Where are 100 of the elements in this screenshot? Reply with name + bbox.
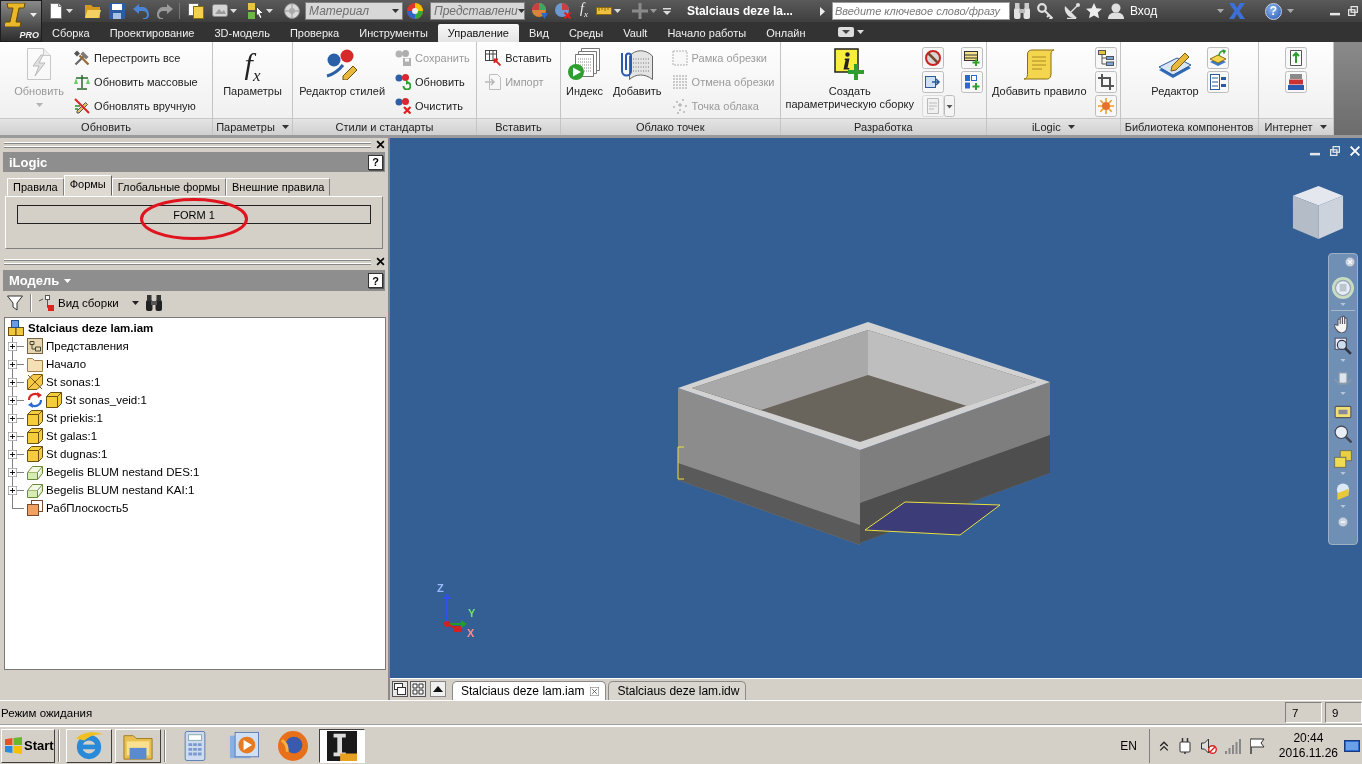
tree-item[interactable]: РабПлоскость5 — [46, 502, 129, 514]
sun-icon[interactable] — [1094, 95, 1117, 117]
document-tab[interactable]: Stalciaus deze lam.iam — [452, 681, 607, 700]
ribbon-button[interactable]: Добавить — [610, 46, 664, 118]
caret-icon[interactable] — [66, 9, 73, 13]
zoom-icon[interactable] — [1334, 337, 1352, 355]
ribbon-button[interactable]: Редактор — [1149, 46, 1201, 118]
tab-close-icon[interactable] — [590, 686, 600, 696]
sphere-icon[interactable] — [284, 3, 300, 19]
ribbon-tab[interactable]: Среды — [558, 24, 614, 42]
ribbon-tab[interactable]: Онлайн — [756, 24, 816, 42]
list-icon[interactable] — [1206, 71, 1229, 93]
caret-icon[interactable] — [281, 125, 289, 129]
ribbon-tab[interactable]: 3D-модель — [204, 24, 280, 42]
undo-icon[interactable] — [133, 3, 149, 19]
desktop-icon[interactable] — [1344, 737, 1360, 754]
help-button[interactable]: ? — [368, 154, 383, 170]
ribbon-tab[interactable]: Сборка — [42, 24, 100, 42]
stacked-squares-icon[interactable] — [1334, 450, 1352, 468]
tree-item[interactable]: St galas:1 — [46, 430, 98, 442]
tree-item[interactable]: St sonas_veid:1 — [65, 394, 147, 406]
language-indicator[interactable]: EN — [1120, 738, 1137, 753]
close-circle-icon[interactable] — [1345, 257, 1355, 267]
key-icon[interactable] — [1037, 3, 1053, 19]
crop-icon[interactable] — [1094, 71, 1117, 93]
expand-icon[interactable] — [8, 377, 17, 387]
tree-item[interactable]: Представления — [46, 340, 129, 352]
document-tab[interactable]: Stalciaus deze lam.idw — [608, 681, 747, 700]
books-icon[interactable] — [1284, 71, 1307, 93]
expand-icon[interactable] — [8, 359, 17, 369]
tree-icon[interactable] — [1094, 47, 1117, 69]
caret-icon[interactable] — [1217, 9, 1224, 13]
satellite-icon[interactable] — [1064, 3, 1080, 19]
expand-icon[interactable] — [8, 395, 17, 405]
caret-icon[interactable] — [1319, 125, 1327, 129]
no-entry-icon[interactable] — [922, 47, 944, 69]
tree-item[interactable]: St sonas:1 — [46, 376, 101, 388]
application-button[interactable]: PRO — [0, 0, 42, 42]
caret-icon[interactable] — [856, 30, 864, 34]
chevron-up-icon[interactable] — [1158, 740, 1169, 751]
start-button[interactable]: Start — [1, 728, 55, 763]
panel-tab[interactable]: Глобальные формы — [111, 178, 226, 196]
ribbon-tab[interactable]: Проектирование — [99, 24, 205, 42]
panel-tab[interactable]: Формы — [63, 175, 112, 196]
image-icon[interactable] — [212, 3, 228, 19]
expand-icon[interactable] — [8, 467, 17, 477]
triangle-right-icon[interactable] — [820, 6, 825, 16]
plug-icon[interactable] — [1176, 737, 1193, 754]
plus-icon[interactable] — [631, 3, 648, 19]
tile-icon[interactable] — [410, 681, 426, 697]
binoculars-icon[interactable] — [145, 295, 162, 311]
customize-icon[interactable] — [662, 7, 671, 15]
panel-toggle-icon[interactable] — [837, 24, 854, 40]
color-ball-cross-icon[interactable] — [555, 3, 571, 19]
color-wheel-icon[interactable] — [407, 3, 423, 19]
panel-tab[interactable]: Правила — [7, 178, 64, 196]
ribbon-button[interactable]: Индекс — [564, 46, 605, 118]
ribbon-button[interactable]: Создать параметрическую сборку — [783, 46, 916, 118]
ribbon-tab[interactable]: Управление — [437, 24, 519, 42]
search-field[interactable]: Введите ключевое слово/фразу — [832, 2, 1010, 20]
caret-icon[interactable] — [266, 9, 273, 13]
tree-item[interactable]: St dugnas:1 — [46, 448, 108, 460]
expand-icon[interactable] — [8, 485, 17, 495]
sign-in-button[interactable]: Вход — [1108, 3, 1160, 19]
tree-item[interactable]: Begelis BLUM nestand DES:1 — [46, 466, 200, 478]
caret-icon[interactable] — [230, 9, 237, 13]
ribbon-button[interactable]: Обновить массовые — [72, 70, 200, 94]
save-icon[interactable] — [109, 3, 125, 19]
tree-item[interactable]: Stalciaus deze lam.iam — [28, 322, 154, 334]
ribbon-button[interactable]: Перестроить все — [72, 46, 200, 70]
ribbon-button[interactable]: Обновлять вручную — [72, 94, 200, 118]
ribbon-tab[interactable]: Проверка — [279, 24, 350, 42]
taskbar-button[interactable] — [319, 728, 365, 763]
table-plus-icon[interactable] — [961, 47, 983, 69]
expand-icon[interactable] — [8, 413, 17, 423]
close-icon[interactable] — [376, 139, 385, 149]
star-icon[interactable] — [1086, 3, 1102, 19]
ribbon-tab[interactable]: Вид — [518, 24, 559, 42]
view-dropdown[interactable]: Вид сборки — [39, 295, 139, 311]
ribbon-button[interactable]: Добавить правило — [990, 46, 1089, 118]
help-button[interactable]: ? — [368, 273, 383, 288]
view-cube[interactable] — [1290, 183, 1345, 240]
cascade-icon[interactable] — [392, 681, 408, 697]
ring-icon[interactable] — [1332, 277, 1354, 299]
expand-icon[interactable] — [8, 341, 17, 351]
tree-item[interactable]: Начало — [46, 358, 87, 370]
minus-circle-icon[interactable] — [1338, 517, 1348, 527]
panel-tab[interactable]: Внешние правила — [226, 178, 331, 196]
close-icon[interactable] — [376, 256, 385, 266]
ribbon-button[interactable]: f$_{x}$ Параметры — [221, 46, 284, 118]
caret-icon[interactable] — [1067, 125, 1075, 129]
new-file-icon[interactable] — [48, 3, 64, 19]
filter-icon[interactable] — [7, 295, 23, 311]
formula-button[interactable]: f$_{x}$ — [580, 0, 588, 22]
ribbon-tab[interactable]: Начало работы — [657, 24, 757, 42]
magnifier-icon[interactable] — [1334, 425, 1352, 443]
blocks-icon[interactable] — [248, 3, 264, 19]
ribbon-button[interactable]: Обновить — [393, 70, 472, 94]
flag-icon[interactable] — [1248, 737, 1265, 754]
speaker-muted-icon[interactable] — [1200, 737, 1217, 754]
